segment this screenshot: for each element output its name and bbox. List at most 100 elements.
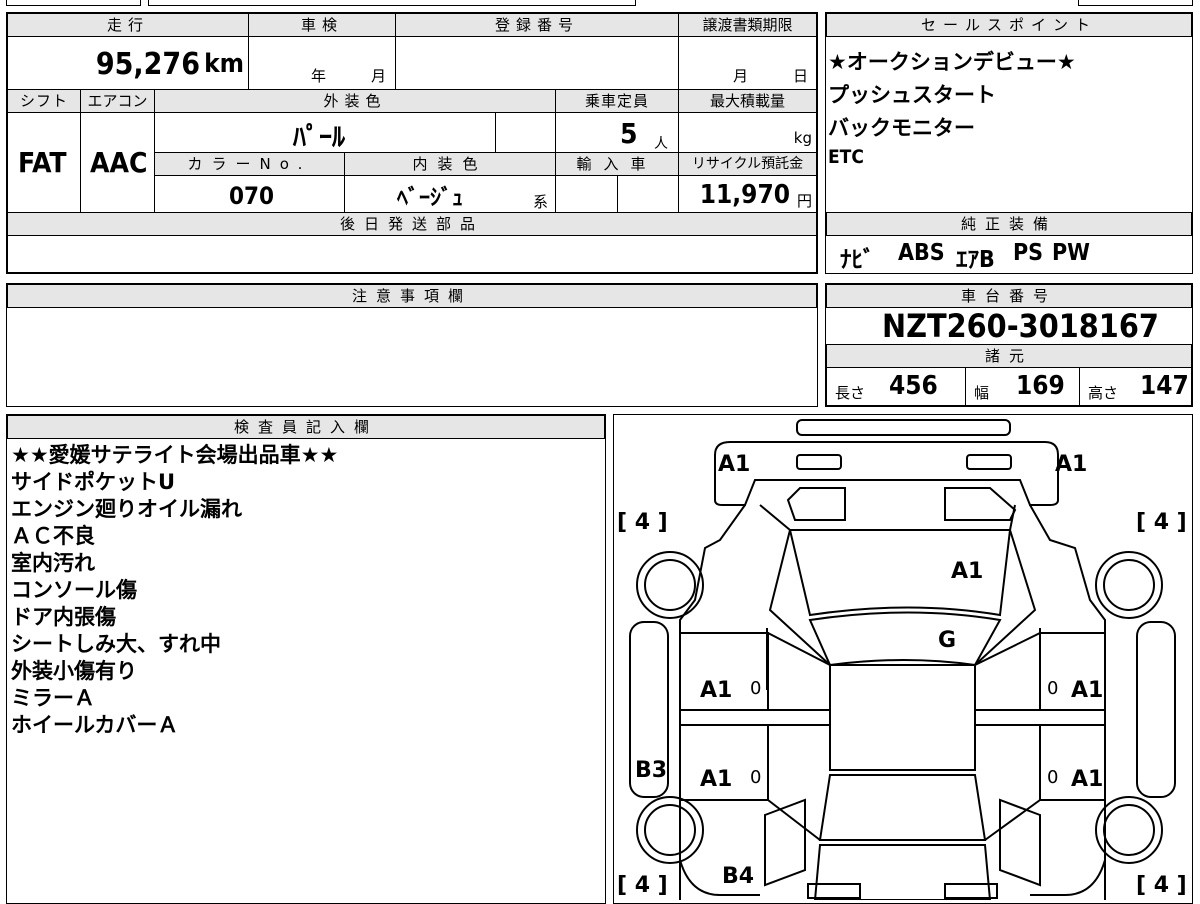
top-strip-right [1078,0,1193,6]
registration-header: 登録番号 [395,13,679,37]
recycle-header: リサイクル預託金 [678,152,817,176]
shift-header: シフト [7,89,81,113]
damage-front-left: A1 [718,452,751,477]
inspector-note: 外装小傷有り [11,659,137,683]
tire-tread-front-left: [ 4 ] [617,510,668,535]
mileage-unit: km [204,49,244,79]
spec-length-label: 長さ [835,384,866,402]
interior-color-header: 内装色 [344,152,556,176]
deadline-month-unit: 月 [733,67,749,85]
inspector-note: 室内汚れ [11,551,95,575]
genuine-equipment-header: 純正装備 [826,212,1192,236]
inspection-month-unit: 月 [371,67,387,85]
top-strip-mid [148,0,636,6]
inspection-cell: 年 月 [248,36,396,90]
equipment-item: PW [1052,240,1090,266]
spec-width-cell: 幅 169 [965,367,1080,406]
recycle-value: 11,970 [699,180,790,210]
tire-tread-front-right: [ 4 ] [1136,510,1187,535]
max-load-cell: kg [678,112,817,153]
recycle-cell: 11,970 円 [678,175,817,213]
capacity-value: 5 [620,117,638,150]
inspector-note: サイドポケットU [11,470,176,494]
sales-point-item: ETC [828,146,864,168]
chassis-no-header: 車台番号 [826,284,1192,308]
spec-width-label: 幅 [974,384,990,402]
inspector-notes-list: ★★愛媛サテライト会場出品車★★ サイドポケットU エンジン廻りオイル漏れ ＡＣ… [7,440,605,900]
tire-tread-rear-right: [ 4 ] [1136,873,1187,898]
inspection-year-unit: 年 [311,67,327,85]
sales-point-header: セールスポイント [826,13,1192,37]
exterior-color-value: ﾊﾟｰﾙ [293,123,346,153]
equipment-item: ｴｱB [956,247,995,273]
sales-point-item: バックモニター [828,116,975,140]
spec-height-label: 高さ [1088,384,1119,402]
capacity-unit: 人 [654,136,668,152]
door-mark-fl: 0 [750,678,762,699]
color-no-header: カラーNo. [154,152,345,176]
transfer-deadline-cell: 月 日 [678,36,817,90]
chassis-no-value: NZT260-3018167 [882,307,1159,345]
chassis-no-cell: NZT260-3018167 [826,307,1192,345]
sales-point-item: ★オークションデビュー★ [828,50,1076,74]
damage-rear-left: B4 [722,864,755,889]
import-cell-b [617,175,679,213]
mileage-header: 走行 [7,13,249,37]
aircon-header: エアコン [80,89,155,113]
damage-windshield: G [938,628,957,653]
inspector-note: コンソール傷 [11,578,137,602]
interior-color-cell: ﾍﾞｰｼﾞｭ 系 [344,175,556,213]
spec-height-value: 147 [1140,371,1189,401]
door-mark-rr: 0 [1047,767,1059,788]
interior-color-suffix: 系 [533,193,549,211]
damage-rear-door-right: A1 [1071,767,1104,792]
transfer-deadline-header: 譲渡書類期限 [678,13,817,37]
deadline-day-unit: 日 [793,67,809,85]
equipment-item: PS [1013,240,1044,266]
damage-front-right: A1 [1055,452,1088,477]
equipment-item: ABS [898,240,945,266]
inspector-note: ホイールカバーＡ [11,713,179,737]
equipment-item: ﾅﾋﾞ [840,247,875,273]
top-strip-left [6,0,141,6]
door-mark-fr: 0 [1047,678,1059,699]
damage-left-side: B3 [635,758,668,783]
damage-front-door-left: A1 [700,678,733,703]
inspector-note: ＡＣ不良 [11,524,95,548]
damage-rear-door-left: A1 [700,767,733,792]
color-no-cell: 070 [154,175,345,213]
recycle-unit: 円 [796,192,812,210]
inspector-note: ドア内張傷 [11,605,116,629]
later-parts-cell [7,235,817,273]
exterior-color-header: 外装色 [154,89,556,113]
import-header: 輸入車 [555,152,679,176]
inspector-note: シートしみ大、すれ中 [11,632,221,656]
spec-height-cell: 高さ 147 [1079,367,1192,406]
inspector-note: ミラーＡ [11,686,95,710]
exterior-color-extra-cell [495,112,556,153]
capacity-cell: 5 人 [555,112,679,153]
damage-front-door-right: A1 [1071,678,1104,703]
shift-value: FAT [18,146,67,179]
inspection-header: 車検 [248,13,396,37]
max-load-header: 最大積載量 [678,89,817,113]
spec-length-value: 456 [889,371,938,401]
caution-header: 注意事項欄 [7,284,817,308]
door-mark-rl: 0 [750,767,762,788]
spec-width-value: 169 [1016,371,1065,401]
sales-point-list: ★オークションデビュー★ プッシュスタート バックモニター ETC [826,36,1192,213]
color-no-value: 070 [229,182,275,210]
inspector-note: エンジン廻りオイル漏れ [11,497,242,521]
capacity-header: 乗車定員 [555,89,679,113]
inspector-notes-header: 検査員記入欄 [7,415,605,439]
genuine-equipment-list: ﾅﾋﾞ ABS ｴｱB PS PW [826,235,1192,273]
interior-color-value: ﾍﾞｰｼﾞｭ [397,186,464,211]
max-load-unit: kg [793,129,812,147]
shift-cell: FAT [7,112,81,213]
car-diagram [629,419,1176,900]
registration-cell [395,36,679,90]
specs-header: 諸元 [826,344,1192,368]
import-cell-a [555,175,618,213]
tire-tread-rear-left: [ 4 ] [617,873,668,898]
aircon-cell: AAC [80,112,155,213]
